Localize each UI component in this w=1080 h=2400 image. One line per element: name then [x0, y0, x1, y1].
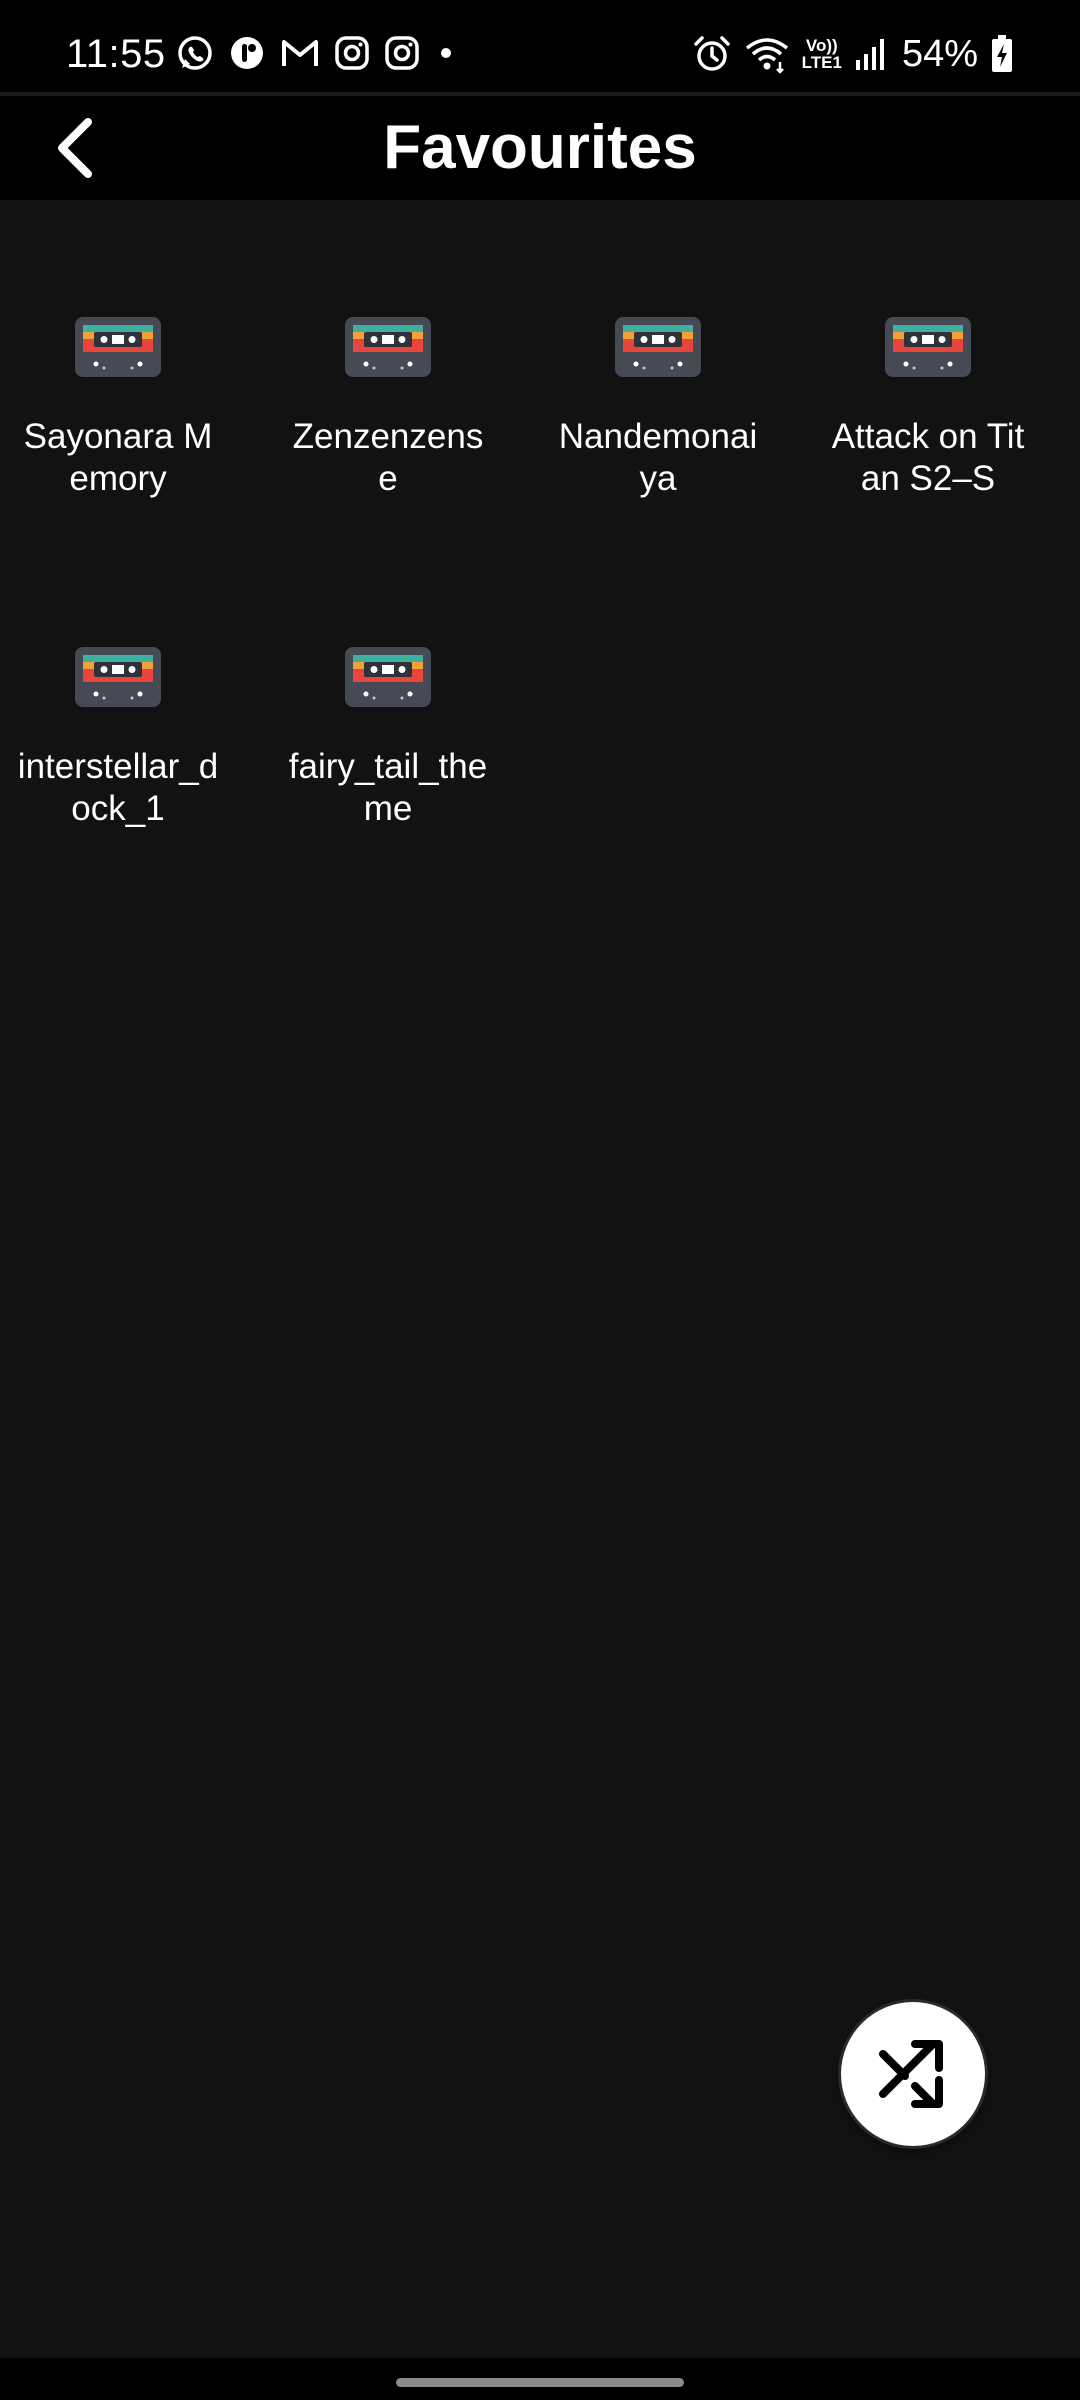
alarm-icon	[693, 36, 730, 71]
navigation-bar	[0, 2358, 1080, 2400]
favourite-item[interactable]: Zenzenzense	[278, 316, 498, 500]
favourite-label: interstellar_dock_1	[17, 747, 219, 828]
gesture-handle[interactable]	[396, 2378, 684, 2387]
cassette-icon	[615, 317, 701, 377]
favourite-item[interactable]: Attack on Titan S2–S	[818, 316, 1038, 500]
whatsapp-icon	[178, 36, 212, 70]
favourite-label: Zenzenzense	[292, 417, 484, 498]
instagram-icon	[335, 36, 369, 70]
favourite-label: fairy_tail_theme	[288, 747, 488, 828]
favourite-item[interactable]: fairy_tail_theme	[278, 646, 498, 830]
signal-icon	[855, 39, 884, 70]
favourite-item[interactable]: Nandemonaiya	[548, 316, 768, 500]
cassette-icon	[885, 317, 971, 377]
cassette-icon	[345, 647, 431, 707]
gmail-icon	[282, 40, 318, 66]
status-time: 11:55	[66, 32, 166, 76]
page-title: Favourites	[383, 113, 697, 182]
notification-icons	[176, 34, 458, 72]
favourites-screen: 11:55 Vo)) LTE1 54% Favourites Sayonara …	[0, 0, 1080, 2400]
lte-label: LTE1	[801, 53, 842, 72]
status-bar: 11:55 Vo)) LTE1 54%	[0, 0, 1080, 92]
cassette-icon	[345, 317, 431, 377]
battery-percentage: 54%	[901, 33, 978, 75]
wifi-icon	[745, 38, 788, 74]
dot-icon	[441, 48, 451, 58]
cassette-icon	[75, 317, 161, 377]
system-icons: Vo)) LTE1 54%	[692, 30, 1014, 78]
favourite-item[interactable]: Sayonara Memory	[8, 316, 228, 500]
battery-charging-icon	[992, 35, 1012, 72]
volte-lte-icon: Vo)) LTE1	[802, 37, 842, 71]
favourite-label: Attack on Titan S2–S	[831, 417, 1025, 498]
app-header: Favourites	[0, 96, 1080, 200]
cassette-icon	[75, 647, 161, 707]
shuffle-icon	[879, 2040, 943, 2108]
favourite-item[interactable]: interstellar_dock_1	[8, 646, 228, 830]
favourite-label: Sayonara Memory	[23, 417, 213, 498]
instagram-icon	[385, 36, 419, 70]
shuffle-button[interactable]	[841, 2002, 985, 2146]
volte-label: Vo))	[805, 36, 838, 55]
favourite-label: Nandemonaiya	[558, 417, 758, 498]
messenger-icon	[231, 37, 263, 69]
